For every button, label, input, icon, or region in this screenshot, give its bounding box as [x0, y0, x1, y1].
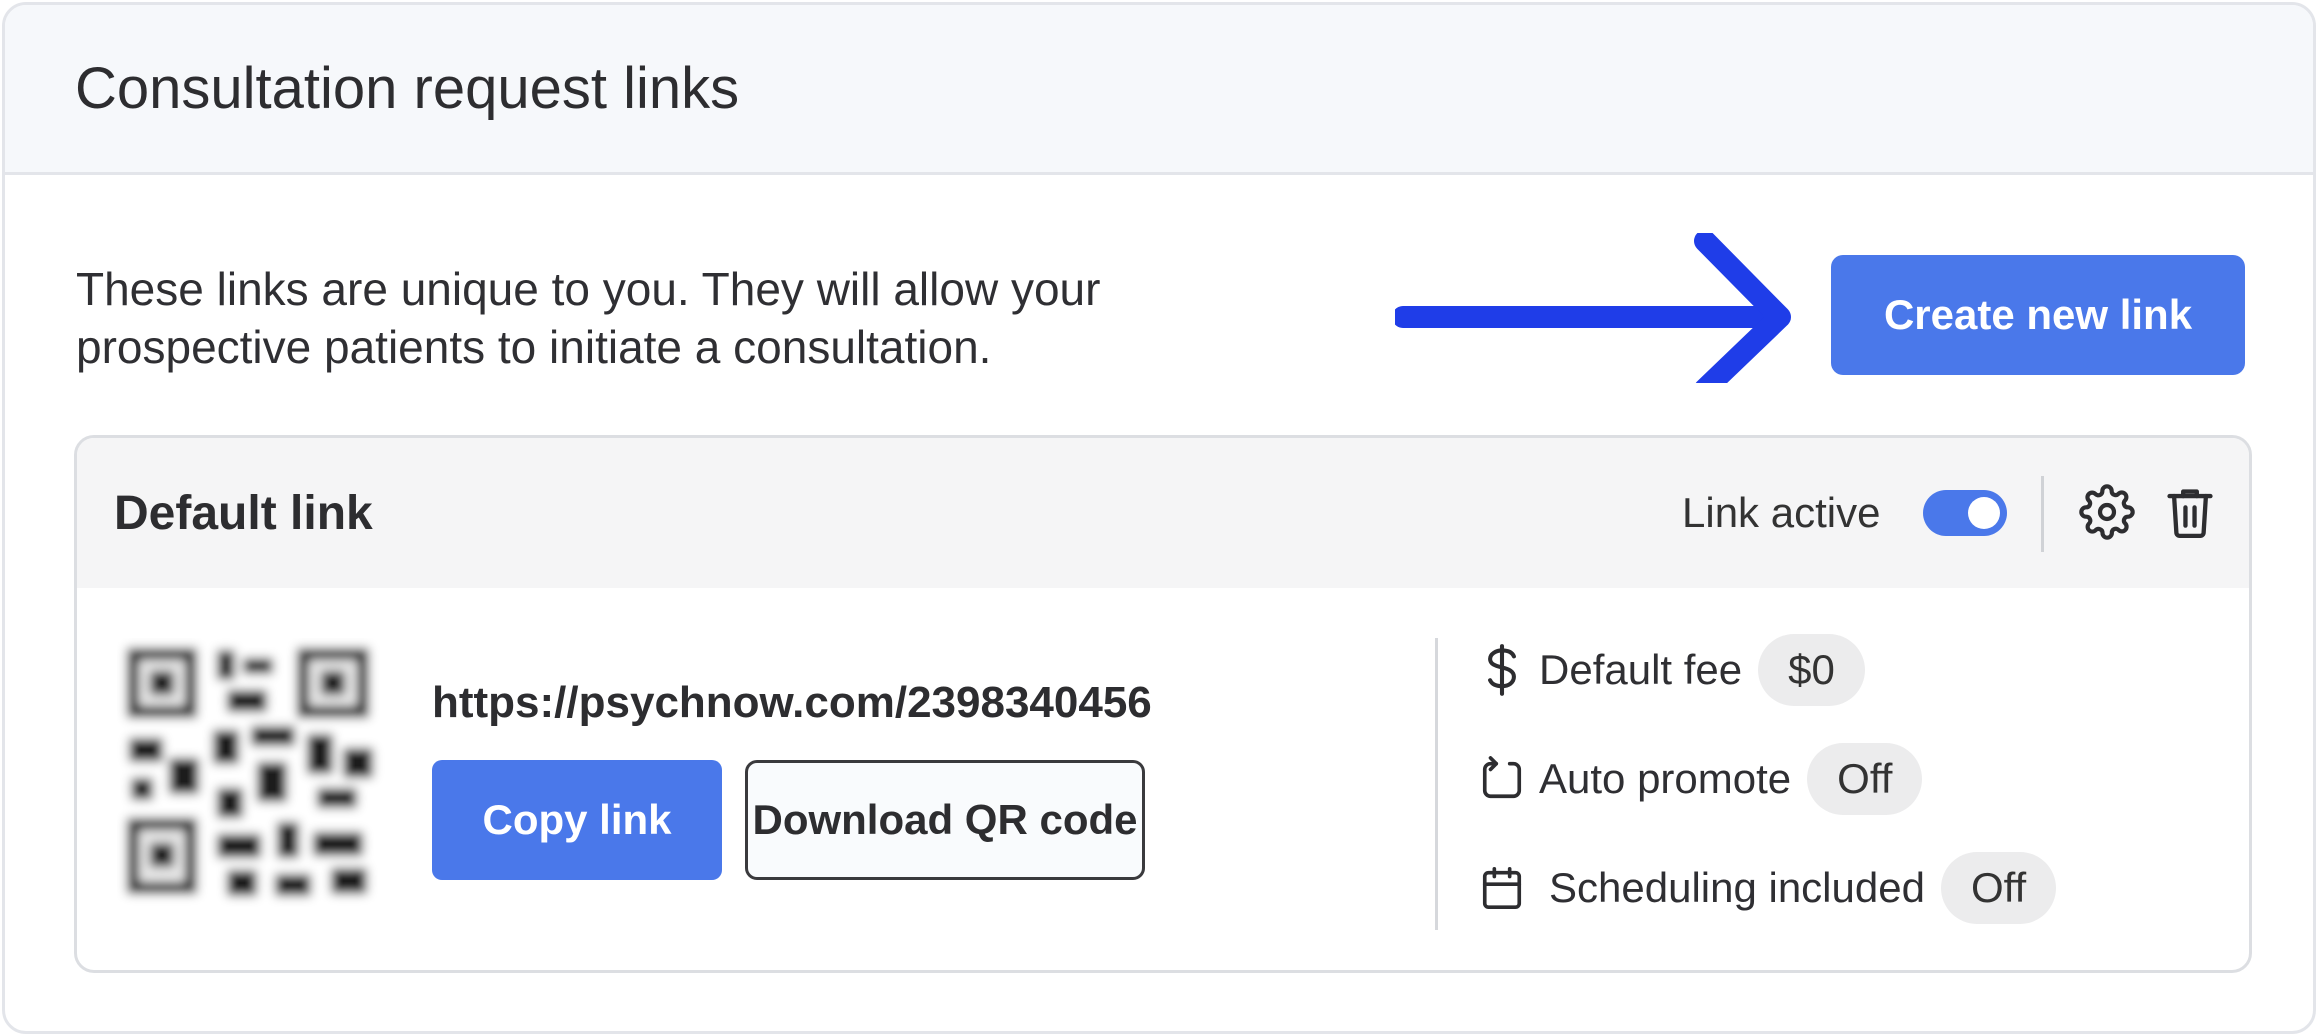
download-qr-button[interactable]: Download QR code — [745, 760, 1145, 880]
setting-value-pill: Off — [1940, 852, 2057, 924]
gear-icon[interactable] — [2079, 484, 2135, 540]
trash-icon[interactable] — [2165, 484, 2215, 540]
intro-line-1: These links are unique to you. They will… — [76, 263, 1101, 315]
setting-default-fee[interactable]: Default fee $0 — [1479, 634, 1865, 706]
setting-scheduling-included[interactable]: Scheduling included Off — [1479, 852, 2057, 924]
setting-value-pill: $0 — [1758, 634, 1865, 706]
consultation-links-card: Consultation request links These links a… — [2, 2, 2316, 1034]
page-title: Consultation request links — [75, 56, 740, 121]
calendar-icon — [1479, 860, 1525, 916]
auto-promote-icon — [1479, 751, 1525, 807]
card-header: Consultation request links — [5, 5, 2313, 175]
link-active-toggle[interactable] — [1923, 490, 2007, 536]
pointer-arrow-icon — [1395, 233, 1791, 383]
setting-label: Default fee — [1539, 646, 1743, 693]
create-new-link-button[interactable]: Create new link — [1831, 255, 2245, 375]
link-active-label: Link active — [1682, 489, 1881, 536]
intro-line-2: prospective patients to initiate a consu… — [76, 321, 992, 373]
settings-divider — [1435, 638, 1438, 930]
link-card-header: Default link Link active — [77, 438, 2249, 588]
setting-label: Scheduling included — [1549, 864, 1925, 911]
link-card: Default link Link active https://psychno… — [74, 435, 2252, 973]
setting-auto-promote[interactable]: Auto promote Off — [1479, 743, 1923, 815]
dollar-icon — [1479, 642, 1525, 698]
setting-label: Auto promote — [1539, 755, 1792, 802]
link-name: Default link — [114, 487, 373, 540]
toggle-knob — [1968, 497, 2000, 529]
intro-text: These links are unique to you. They will… — [76, 260, 1376, 376]
header-divider — [2041, 476, 2044, 552]
link-url[interactable]: https://psychnow.com/2398340456 — [432, 678, 1152, 728]
setting-value-pill: Off — [1807, 743, 1923, 815]
copy-link-button[interactable]: Copy link — [432, 760, 722, 880]
qr-code-image — [117, 638, 389, 910]
